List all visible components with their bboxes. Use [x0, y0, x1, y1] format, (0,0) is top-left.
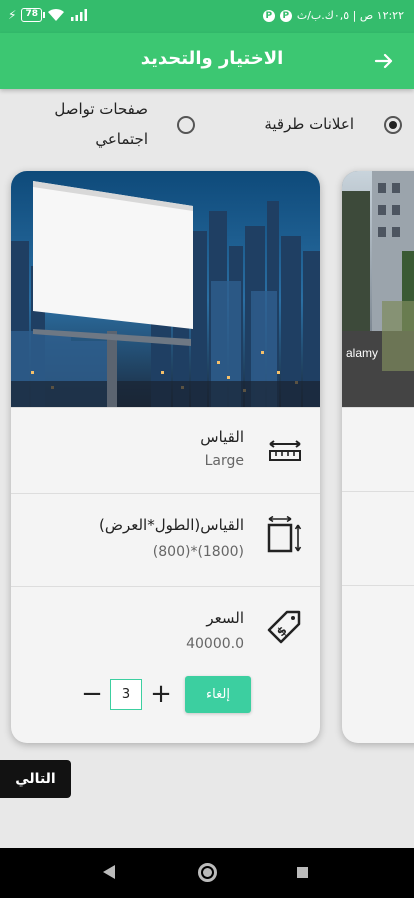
size-row: القياس Large [11, 407, 320, 493]
price-row: $ السعر 40000.0 [11, 586, 320, 743]
page-title: الاختيار والتحديد [140, 48, 284, 69]
divider [342, 585, 414, 586]
product-card-secondary[interactable]: alamy [342, 171, 414, 743]
app-bar: الاختيار والتحديد [0, 33, 414, 89]
social-label-line2[interactable]: اجتماعي [95, 126, 148, 152]
billboards-label[interactable]: اعلانات طرقية [264, 111, 354, 137]
price-value: 40000.0 [186, 636, 244, 652]
divider [342, 491, 414, 492]
price-tag-icon: $ [267, 610, 301, 644]
app-screen: { "status": { "battery": "78", "time_tex… [0, 0, 414, 898]
watermark-text: alamy [346, 346, 378, 360]
dimensions-row: القياس(الطول*العرض) (800)*(1800) [11, 493, 320, 586]
street-photo: alamy [342, 171, 414, 407]
battery-level: 78 [25, 9, 38, 19]
divider [342, 407, 414, 408]
billboards-radio[interactable] [384, 116, 402, 134]
social-radio[interactable] [177, 116, 195, 134]
signal-icon [70, 9, 87, 21]
battery-icon: 78 [21, 8, 45, 22]
cancel-button[interactable]: إلغاء [185, 676, 251, 713]
price-title: السعر [206, 609, 244, 627]
system-nav-bar [0, 848, 414, 898]
ruler-icon [269, 440, 301, 461]
arrow-right-icon[interactable] [372, 49, 396, 73]
next-button[interactable]: التالي [0, 760, 71, 798]
size-value: Large [204, 453, 244, 469]
size-title: القياس [200, 428, 244, 446]
increment-button[interactable]: + [149, 681, 173, 707]
decrement-button[interactable]: − [80, 681, 104, 707]
dimensions-icon [267, 516, 302, 553]
status-left: ⚡ 78 [8, 8, 88, 22]
charging-icon: ⚡ [8, 8, 17, 22]
nav-back-icon[interactable] [103, 865, 115, 879]
wifi-icon [47, 8, 64, 21]
dimensions-value: (800)*(1800) [152, 544, 244, 560]
quantity-field[interactable]: 3 [110, 679, 142, 710]
nav-home-icon[interactable] [198, 863, 217, 882]
notification-icon: P [262, 9, 275, 22]
notification-icon-2: P [279, 9, 292, 22]
status-bar: ⚡ 78 P P ١٢:٢٢ ص | ٠,٥ك.ب/ث [0, 0, 414, 33]
billboard-photo [11, 171, 320, 407]
dimensions-title: القياس(الطول*العرض) [98, 516, 244, 534]
ad-type-options: اعلانات طرقية صفحات تواصل اجتماعي [0, 92, 414, 162]
status-time: ١٢:٢٢ ص | ٠,٥ك.ب/ث [296, 9, 404, 22]
status-right: P P ١٢:٢٢ ص | ٠,٥ك.ب/ث [262, 9, 404, 22]
social-label-line1[interactable]: صفحات تواصل [54, 96, 148, 122]
product-card[interactable]: القياس Large القياس(الطول*العرض) (800)*(… [11, 171, 320, 743]
nav-recents-icon[interactable] [297, 867, 308, 878]
